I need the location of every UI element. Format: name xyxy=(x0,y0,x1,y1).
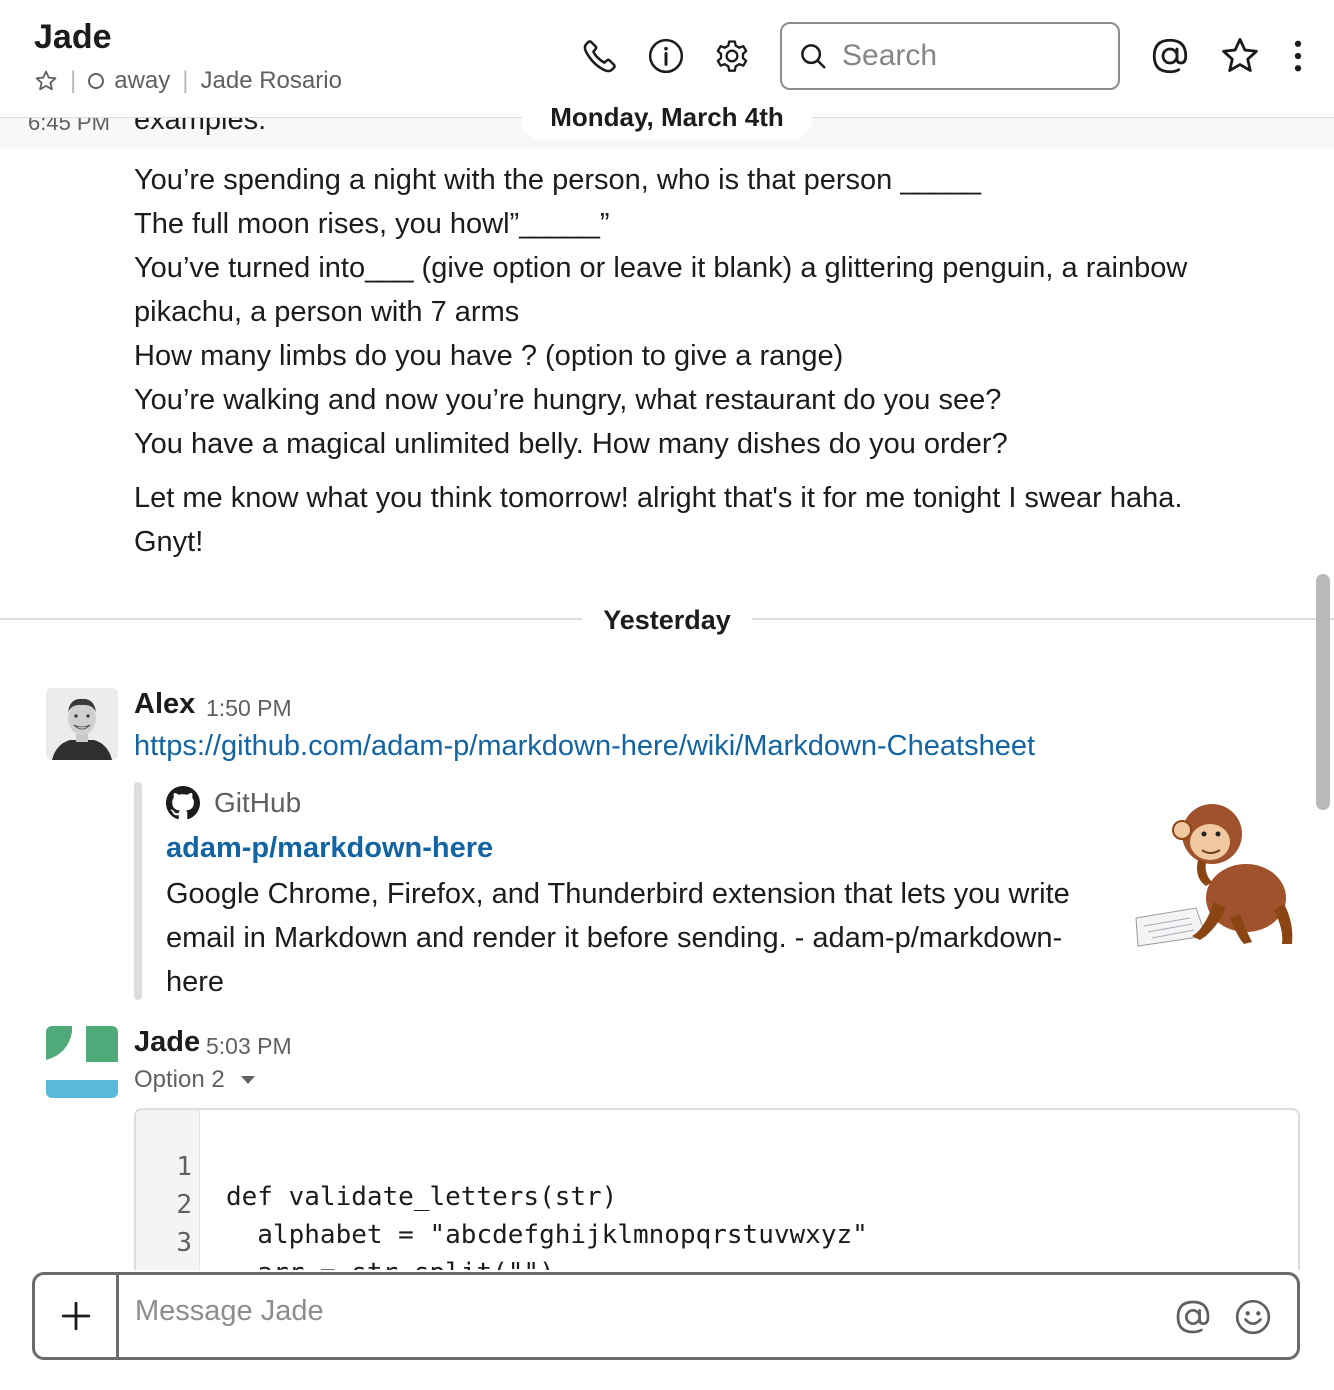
message-line: You have a magical unlimited belly. How … xyxy=(134,428,1008,460)
mentions-button[interactable] xyxy=(1148,34,1192,78)
vertical-ellipsis-icon xyxy=(1294,40,1302,72)
message-line: You’ve turned into___ (give option or le… xyxy=(134,252,1188,284)
starred-items-button[interactable] xyxy=(1218,34,1262,78)
unfurl-description-line: Google Chrome, Firefox, and Thunderbird … xyxy=(166,878,1070,910)
search-icon xyxy=(801,44,826,69)
message-line: You’re spending a night with the person,… xyxy=(134,164,981,196)
day-divider-label[interactable]: Yesterday xyxy=(582,600,752,640)
mention-button[interactable] xyxy=(1171,1295,1215,1339)
snippet-option-label: Option 2 xyxy=(134,1066,225,1093)
code-text: def validate_letters(str) xyxy=(226,1182,618,1212)
info-icon xyxy=(648,38,684,74)
code-line: 2 alphabet = "abcdefghijklmnopqrstuvwxyz… xyxy=(136,1160,867,1250)
snippet-options-dropdown[interactable]: Option 2 xyxy=(134,1066,255,1094)
unfurl-description-line: here xyxy=(166,966,225,998)
attach-button[interactable] xyxy=(35,1275,119,1357)
meta-separator: | xyxy=(70,67,77,94)
message-line: Gnyt! xyxy=(134,526,204,558)
caret-down-icon xyxy=(240,1076,255,1084)
settings-button[interactable] xyxy=(710,34,754,78)
details-button[interactable] xyxy=(644,34,688,78)
channel-title[interactable]: Jade xyxy=(34,18,112,57)
identicon-icon xyxy=(46,1026,118,1098)
code-text: alphabet = "abcdefghijklmnopqrstuvwxyz" xyxy=(226,1220,868,1250)
star-icon[interactable] xyxy=(34,69,58,93)
user-full-name[interactable]: Jade Rosario xyxy=(201,67,342,95)
code-line: 1 def validate_letters(str) xyxy=(136,1122,617,1212)
date-divider-pill[interactable]: Monday, March 4th xyxy=(522,98,812,140)
presence-away-icon xyxy=(88,73,105,89)
unfurl-thumbnail[interactable] xyxy=(1134,790,1296,952)
sender-name[interactable]: Alex xyxy=(134,688,195,721)
sender-name[interactable]: Jade xyxy=(134,1026,200,1059)
message-input[interactable] xyxy=(135,1295,1035,1328)
code-line: 3 arr = str.split("") xyxy=(136,1198,554,1270)
unfurl-description-line: email in Markdown and render it before s… xyxy=(166,922,1063,954)
unfurl-source: GitHub xyxy=(166,786,301,820)
phone-icon xyxy=(583,40,616,73)
message-list[interactable]: 6:45 PM examples: You’re spending a nigh… xyxy=(0,0,1334,1270)
smiley-icon xyxy=(1235,1299,1271,1335)
message-body: You’re spending a night with the person,… xyxy=(134,158,1274,564)
search-input[interactable] xyxy=(842,39,1102,73)
presence-status: away xyxy=(114,67,171,94)
code-line: 4 xyxy=(136,1236,230,1270)
unfurl-border xyxy=(134,782,142,1000)
scrollbar-thumb[interactable] xyxy=(1316,574,1330,810)
at-sign-icon xyxy=(1152,38,1188,74)
message-line: Let me know what you think tomorrow! alr… xyxy=(134,482,1183,514)
message-composer[interactable] xyxy=(32,1272,1300,1360)
message-line: You’re walking and now you’re hungry, wh… xyxy=(134,384,1002,416)
avatar-jade[interactable] xyxy=(46,1026,118,1098)
plus-icon xyxy=(61,1301,90,1331)
message-line: How many limbs do you have ? (option to … xyxy=(134,340,844,372)
gear-icon xyxy=(716,40,748,72)
message-line: The full moon rises, you howl”_____” xyxy=(134,208,610,240)
github-icon xyxy=(166,786,200,820)
code-snippet[interactable]: 1 def validate_letters(str) 2 alphabet =… xyxy=(134,1108,1300,1270)
avatar-alex[interactable] xyxy=(46,688,118,760)
more-button[interactable] xyxy=(1276,34,1320,78)
call-button[interactable] xyxy=(578,34,622,78)
meta-separator: | xyxy=(182,67,189,94)
emoji-button[interactable] xyxy=(1231,1295,1275,1339)
star-icon xyxy=(1222,37,1258,72)
message-link[interactable]: https://github.com/adam-p/markdown-here/… xyxy=(134,730,1035,763)
unfurl-description: Google Chrome, Firefox, and Thunderbird … xyxy=(166,872,1106,1004)
message-timestamp[interactable]: 1:50 PM xyxy=(206,695,292,722)
message-timestamp[interactable]: 5:03 PM xyxy=(206,1033,292,1060)
monkey-illustration-icon xyxy=(1135,804,1293,947)
unfurl-source-name: GitHub xyxy=(214,787,302,818)
search-box[interactable] xyxy=(780,22,1120,90)
avatar-photo-icon xyxy=(46,688,118,760)
message-line: pikachu, a person with 7 arms xyxy=(134,296,520,328)
code-text: arr = str.split("") xyxy=(226,1258,554,1270)
unfurl-title-link[interactable]: adam-p/markdown-here xyxy=(166,832,493,865)
channel-meta: | away | Jade Rosario xyxy=(34,64,342,98)
at-sign-icon xyxy=(1176,1300,1210,1334)
